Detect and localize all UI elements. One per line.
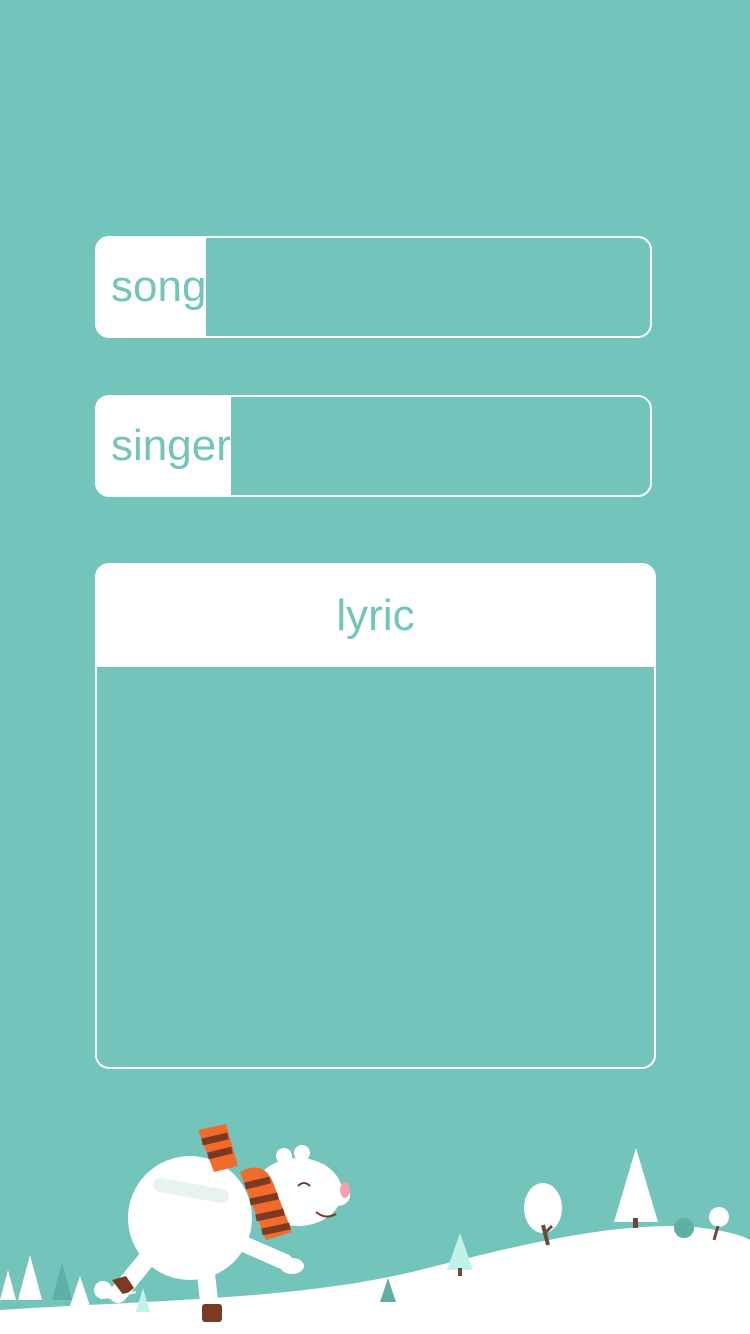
song-field: song (95, 236, 652, 338)
singer-field: singer (95, 395, 652, 497)
singer-label: singer (97, 397, 231, 495)
snow-tree-icon (614, 1148, 658, 1228)
winter-scene-illustration (0, 1124, 750, 1334)
lyric-label: lyric (97, 565, 654, 667)
song-input[interactable] (206, 238, 650, 336)
lyric-box: lyric (95, 563, 656, 1069)
lyric-input[interactable] (97, 667, 654, 1067)
singer-input[interactable] (230, 397, 650, 495)
snow-tree-icon (524, 1183, 562, 1246)
song-label: song (97, 238, 207, 336)
